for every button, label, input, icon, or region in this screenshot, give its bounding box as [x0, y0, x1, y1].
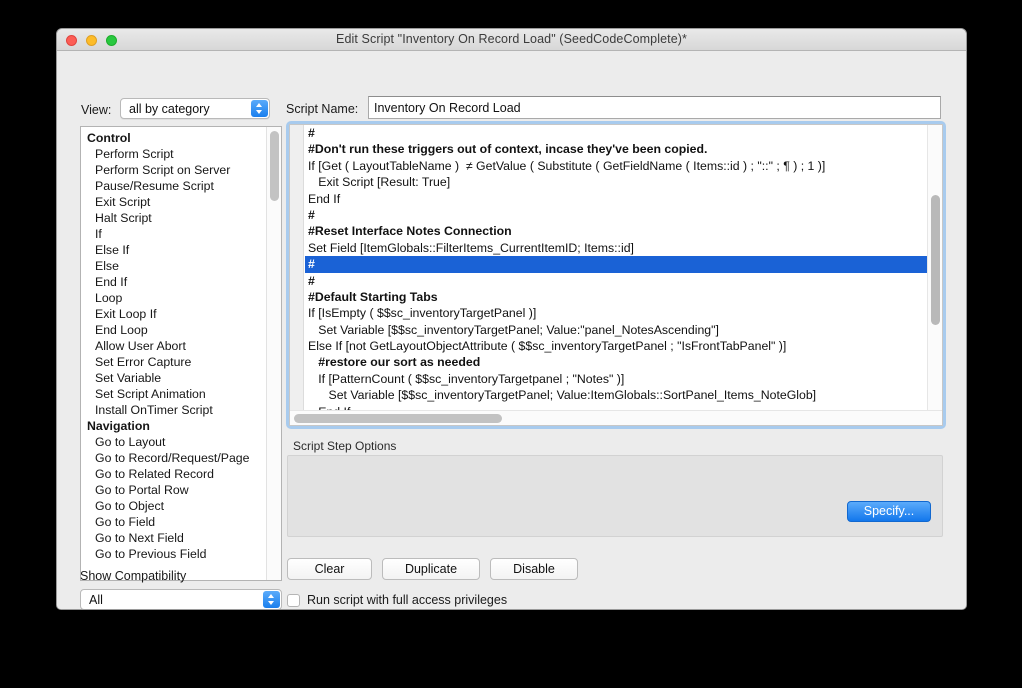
- script-line[interactable]: #: [305, 125, 927, 141]
- script-line[interactable]: If [PatternCount ( $$sc_inventoryTargetp…: [305, 371, 927, 387]
- steps-scrollbar[interactable]: [266, 127, 281, 580]
- script-editor-lines[interactable]: # #Don't run these triggers out of contex…: [305, 125, 927, 410]
- chevron-updown-icon[interactable]: [251, 100, 268, 117]
- view-select[interactable]: all by category: [120, 98, 270, 119]
- step-list-item[interactable]: Perform Script on Server: [81, 162, 266, 178]
- script-editor[interactable]: # #Don't run these triggers out of contex…: [289, 124, 943, 426]
- step-list-item[interactable]: Set Error Capture: [81, 354, 266, 370]
- script-line[interactable]: #restore our sort as needed: [305, 354, 927, 370]
- edit-script-window: Edit Script "Inventory On Record Load" (…: [56, 28, 967, 610]
- step-list-item[interactable]: Go to Next Field: [81, 530, 266, 546]
- script-line[interactable]: End If: [305, 191, 927, 207]
- steps-scrollbar-thumb[interactable]: [270, 131, 279, 201]
- clear-button[interactable]: Clear: [287, 558, 372, 580]
- script-editor-focus-ring: # #Don't run these triggers out of contex…: [286, 121, 946, 429]
- show-compatibility-label: Show Compatibility: [80, 569, 187, 583]
- script-steps-panel: Control Perform Script Perform Script on S…: [80, 126, 282, 581]
- script-line[interactable]: #: [305, 273, 927, 289]
- step-category-header: Navigation: [87, 419, 150, 433]
- step-list-item[interactable]: If: [81, 226, 266, 242]
- script-line[interactable]: #: [305, 207, 927, 223]
- script-line[interactable]: #Reset Interface Notes Connection: [305, 223, 927, 239]
- window-titlebar: Edit Script "Inventory On Record Load" (…: [57, 29, 966, 51]
- full-access-row[interactable]: Run script with full access privileges: [287, 593, 507, 607]
- step-list-item[interactable]: Go to Portal Row: [81, 482, 266, 498]
- step-list-item[interactable]: End Loop: [81, 322, 266, 338]
- script-name-input[interactable]: [368, 96, 941, 119]
- step-list-item[interactable]: Go to Previous Field: [81, 546, 266, 562]
- editor-horizontal-scrollbar[interactable]: [290, 410, 942, 425]
- script-line[interactable]: Set Field [ItemGlobals::FilterItems_Curr…: [305, 240, 927, 256]
- script-line[interactable]: Set Variable [$$sc_inventoryTargetPanel;…: [305, 322, 927, 338]
- script-step-options-panel: Specify...: [287, 455, 943, 537]
- script-line[interactable]: Else If [not GetLayoutObjectAttribute ( …: [305, 338, 927, 354]
- editor-gutter: [290, 125, 304, 425]
- script-line[interactable]: If [Get ( LayoutTableName ) ≠ GetValue (…: [305, 158, 927, 174]
- step-list-item[interactable]: Pause/Resume Script: [81, 178, 266, 194]
- step-list-item[interactable]: Install OnTimer Script: [81, 402, 266, 418]
- step-list-item[interactable]: Go to Field: [81, 514, 266, 530]
- specify-button[interactable]: Specify...: [847, 501, 931, 522]
- disable-button[interactable]: Disable: [490, 558, 578, 580]
- step-list-item[interactable]: Else: [81, 258, 266, 274]
- script-line[interactable]: Exit Script [Result: True]: [305, 174, 927, 190]
- view-label: View:: [81, 103, 112, 117]
- step-list-item[interactable]: Exit Loop If: [81, 306, 266, 322]
- step-list-item[interactable]: Perform Script: [81, 146, 266, 162]
- step-list-item[interactable]: Go to Object: [81, 498, 266, 514]
- script-name-label: Script Name:: [286, 102, 359, 116]
- step-list-item[interactable]: Exit Script: [81, 194, 266, 210]
- step-list-item[interactable]: Go to Record/Request/Page: [81, 450, 266, 466]
- editor-vertical-scrollbar[interactable]: [927, 125, 942, 410]
- full-access-label: Run script with full access privileges: [307, 593, 508, 607]
- step-list-item[interactable]: Set Script Animation: [81, 386, 266, 402]
- step-list-item[interactable]: End If: [81, 274, 266, 290]
- window-body: View: all by category Script Name: Contr…: [57, 51, 966, 609]
- step-list-item[interactable]: Go to Related Record: [81, 466, 266, 482]
- show-compatibility-select[interactable]: All: [80, 589, 282, 609]
- script-steps-list[interactable]: Control Perform Script Perform Script on S…: [81, 127, 266, 580]
- step-list-item[interactable]: Go to Layout: [81, 434, 266, 450]
- editor-vertical-scrollbar-thumb[interactable]: [931, 195, 940, 325]
- script-line-selected[interactable]: #: [305, 256, 927, 273]
- duplicate-button[interactable]: Duplicate: [382, 558, 480, 580]
- step-list-item[interactable]: Set Variable: [81, 370, 266, 386]
- show-compatibility-value: All: [89, 593, 103, 607]
- view-select-value: all by category: [129, 102, 210, 116]
- step-list-item[interactable]: Halt Script: [81, 210, 266, 226]
- chevron-updown-icon[interactable]: [263, 591, 280, 608]
- step-list-item[interactable]: Allow User Abort: [81, 338, 266, 354]
- full-access-checkbox[interactable]: [287, 593, 300, 607]
- step-category-header: Control: [87, 131, 131, 145]
- editor-horizontal-scrollbar-thumb[interactable]: [294, 414, 502, 423]
- window-title: Edit Script "Inventory On Record Load" (…: [336, 32, 687, 46]
- script-line[interactable]: #Don't run these triggers out of context…: [305, 141, 927, 157]
- script-line[interactable]: Set Variable [$$sc_inventoryTargetPanel;…: [305, 387, 927, 403]
- script-line[interactable]: If [IsEmpty ( $$sc_inventoryTargetPanel …: [305, 305, 927, 321]
- step-list-item[interactable]: Else If: [81, 242, 266, 258]
- step-list-item[interactable]: Loop: [81, 290, 266, 306]
- script-line[interactable]: #Default Starting Tabs: [305, 289, 927, 305]
- script-step-options-label: Script Step Options: [293, 439, 397, 453]
